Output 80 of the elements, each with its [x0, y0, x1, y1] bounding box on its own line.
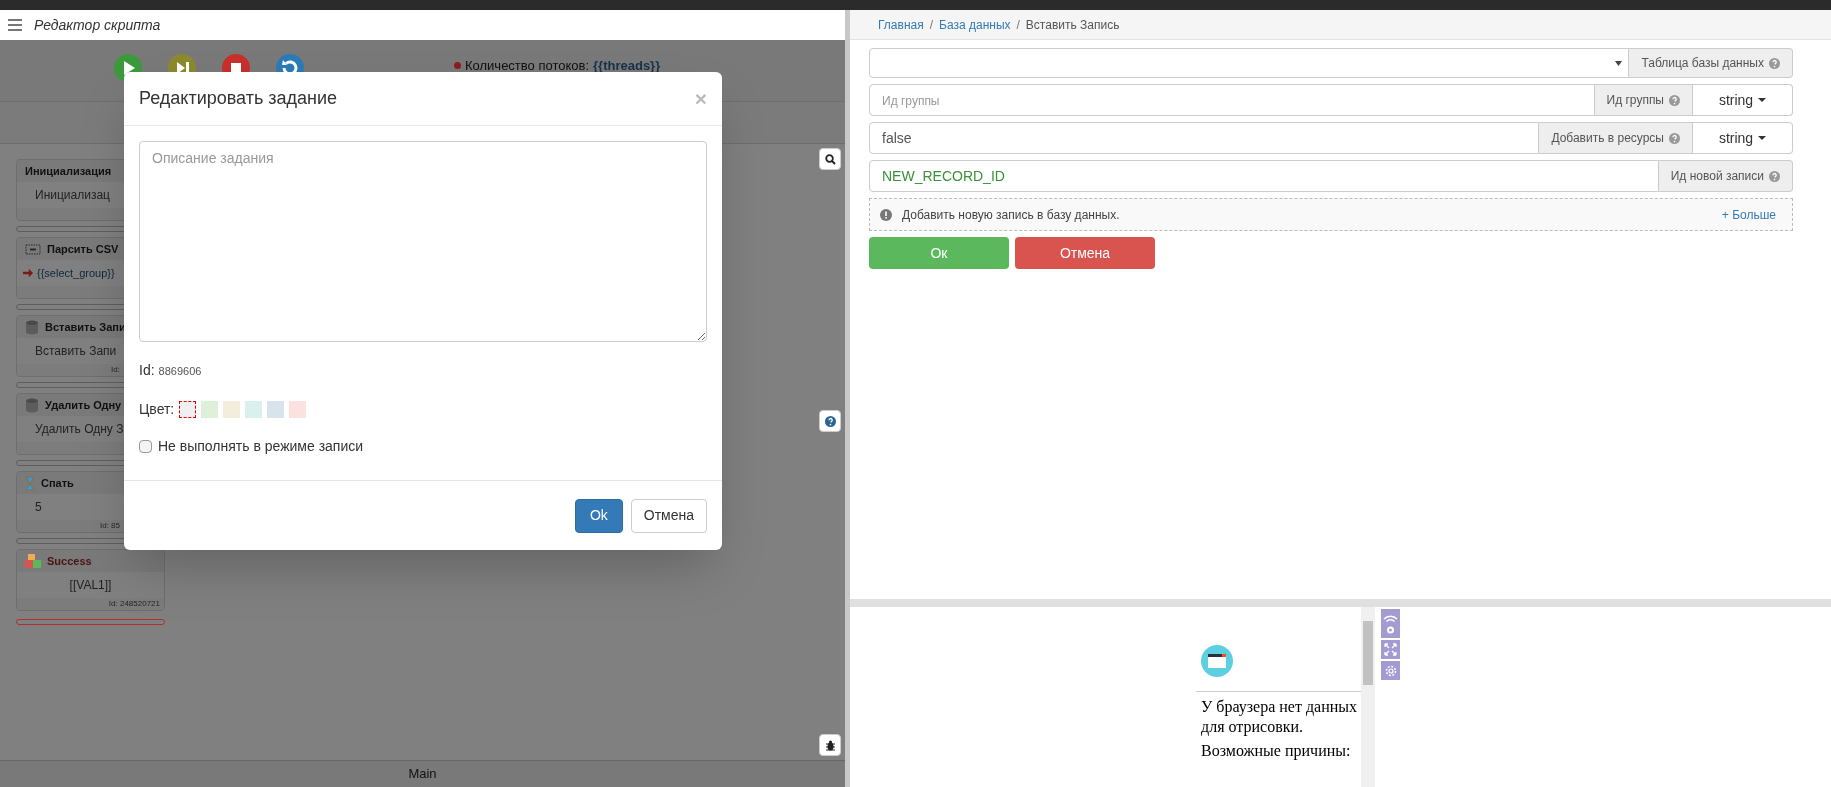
- question-icon: [824, 415, 836, 427]
- breadcrumb-separator: /: [928, 16, 935, 34]
- block-title: Парсить CSV: [47, 241, 119, 257]
- color-swatch[interactable]: [289, 401, 307, 418]
- database-icon: [25, 319, 39, 335]
- field-label: Ид новой записи: [1670, 168, 1764, 185]
- breadcrumb-separator: /: [1015, 16, 1021, 34]
- block-text: [[VAL1]]: [69, 577, 112, 594]
- caret-icon: [1758, 98, 1767, 102]
- info-text: Добавить новую запись в базу данных.: [902, 206, 1121, 224]
- caret-icon: [1758, 136, 1767, 140]
- input-field[interactable]: Ид группы: [869, 84, 1595, 116]
- color-swatch[interactable]: [179, 401, 197, 418]
- color-swatch[interactable]: [201, 401, 219, 418]
- more-link[interactable]: + Больше: [1721, 205, 1782, 224]
- block-id: Id: 248520721: [108, 598, 160, 610]
- block-title: Success: [47, 553, 92, 569]
- variable-field[interactable]: NEW_RECORD_ID: [869, 160, 1659, 192]
- field-label: Ид группы: [1606, 92, 1664, 109]
- block-text: {{select_group}}: [37, 265, 115, 281]
- block-title: Инициализация: [25, 163, 112, 179]
- script-tab[interactable]: Main: [408, 764, 437, 784]
- color-swatch[interactable]: [223, 401, 241, 418]
- menu-icon[interactable]: [8, 19, 22, 31]
- settings-button[interactable]: [1381, 661, 1400, 680]
- wifi-button[interactable]: [1381, 609, 1400, 638]
- breadcrumb-current: Вставить Запись: [1025, 16, 1120, 34]
- expand-icon: [1384, 643, 1397, 656]
- ok-button[interactable]: Ок: [869, 237, 1009, 269]
- status-dot-icon: [454, 62, 461, 70]
- input-field[interactable]: false: [869, 122, 1540, 154]
- puzzle-icon: [25, 554, 41, 568]
- color-swatch[interactable]: [245, 401, 263, 418]
- info-icon: [880, 208, 892, 221]
- message-text: У браузера нет данных для отрисовки.: [1201, 697, 1359, 737]
- cancel-button[interactable]: Отмена: [1015, 237, 1155, 269]
- arrow-right-icon: [23, 268, 33, 278]
- threads-label: Количество потоков:: [465, 57, 590, 75]
- block-text: Удалить Одну З: [35, 421, 124, 438]
- color-swatch[interactable]: [267, 401, 285, 418]
- fullscreen-button[interactable]: [1381, 640, 1400, 659]
- search-icon: [824, 153, 836, 165]
- breadcrumb-link[interactable]: Главная: [878, 15, 924, 34]
- help-icon: [1769, 57, 1780, 69]
- field-label: Добавить в ресурсы: [1551, 130, 1664, 147]
- breadcrumb-link[interactable]: База данных: [939, 15, 1011, 34]
- cancel-button[interactable]: Отмена: [630, 498, 707, 533]
- description-field[interactable]: Описание задания: [139, 141, 707, 342]
- type-dropdown[interactable]: string: [1693, 122, 1793, 154]
- checkbox[interactable]: [139, 440, 152, 453]
- scrollbar[interactable]: [1361, 607, 1375, 787]
- message-text: Возможные причины:: [1201, 741, 1352, 761]
- editor-title: Редактор скрипта: [34, 15, 161, 35]
- block-id: Id: 85: [100, 520, 120, 532]
- field-label: Таблица базы данных: [1641, 55, 1764, 72]
- hourglass-icon: [25, 475, 35, 491]
- help-button[interactable]: [819, 410, 841, 432]
- block-text: 5: [35, 499, 42, 516]
- settings-icon: [1383, 663, 1398, 678]
- block-title: Спать: [41, 475, 74, 491]
- browser-window-icon: [1201, 645, 1233, 677]
- type-dropdown[interactable]: string: [1693, 84, 1793, 116]
- debug-button[interactable]: [819, 734, 841, 756]
- bug-icon: [824, 739, 836, 751]
- search-button[interactable]: [819, 148, 841, 170]
- threads-value: {{threads}}: [593, 57, 661, 75]
- database-icon: [25, 397, 39, 413]
- action-block[interactable]: Success [[VAL1]] Id: 248520721: [16, 549, 165, 611]
- block-text: Инициализац: [35, 187, 110, 204]
- help-icon: [1669, 94, 1680, 106]
- block-text: Вставить Запи: [35, 343, 117, 360]
- block-title: Удалить Одну: [45, 397, 122, 413]
- text-frame-icon: [25, 243, 41, 255]
- dialog-title: Редактировать задание: [139, 87, 338, 110]
- ok-button[interactable]: Ok: [574, 498, 623, 533]
- help-icon: [1769, 170, 1780, 182]
- block-id: Id:: [111, 364, 120, 376]
- id-label: Id:: [139, 361, 155, 380]
- help-icon: [1669, 132, 1680, 144]
- dropdown-arrow-icon: [1615, 60, 1623, 66]
